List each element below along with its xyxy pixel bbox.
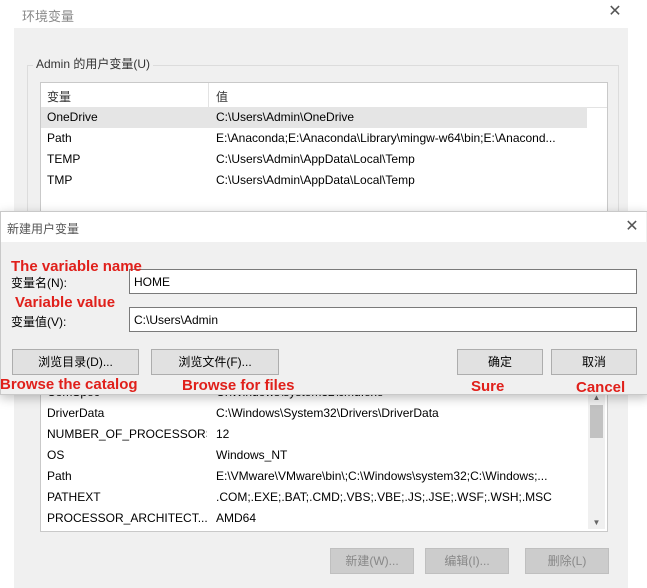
chevron-down-icon[interactable]: ▼ (588, 516, 605, 529)
row-name: TMP (47, 173, 73, 187)
annotation-browse-files: Browse for files (182, 377, 295, 394)
row-value: C:\Users\Admin\AppData\Local\Temp (216, 152, 415, 166)
row-value: C:\Users\Admin\OneDrive (216, 110, 355, 124)
annotation-browse-catalog: Browse the catalog (0, 376, 138, 393)
row-value: AMD64 (216, 511, 257, 525)
table-row[interactable]: DriverData C:\Windows\System32\Drivers\D… (41, 403, 587, 424)
system-variables-list[interactable]: ComSpec C:\Windows\system32\cmd.exe Driv… (40, 385, 608, 532)
row-name: OS (47, 448, 65, 462)
variable-name-label: 变量名(N): (11, 276, 67, 290)
edit-button[interactable]: 编辑(I)... (425, 548, 509, 574)
browse-directory-button[interactable]: 浏览目录(D)... (12, 349, 139, 375)
annotation-variable-value: Variable value (15, 294, 116, 311)
row-value: Windows_NT (216, 448, 288, 462)
user-variables-list[interactable]: 变量 值 OneDrive C:\Users\Admin\OneDrive Pa… (40, 82, 608, 219)
row-value: E:\Anaconda;E:\Anaconda\Library\mingw-w6… (216, 131, 556, 145)
table-row[interactable]: PROCESSOR_ARCHITECT... AMD64 (41, 508, 587, 529)
variable-value-label: 变量值(V): (11, 315, 67, 329)
ok-button[interactable]: 确定 (457, 349, 543, 375)
variable-value-input[interactable] (129, 307, 637, 332)
row-name: OneDrive (47, 110, 98, 124)
row-name: DriverData (47, 406, 105, 420)
table-row[interactable]: Path E:\VMware\VMware\bin\;C:\Windows\sy… (41, 466, 587, 487)
column-header-variable[interactable]: 变量 (47, 88, 71, 105)
row-name: TEMP (47, 152, 81, 166)
table-row[interactable]: TMP C:\Users\Admin\AppData\Local\Temp (41, 170, 587, 191)
table-row[interactable]: NUMBER_OF_PROCESSORS 12 (41, 424, 587, 445)
row-value: E:\VMware\VMware\bin\;C:\Windows\system3… (216, 469, 548, 483)
row-name: PATHEXT (47, 490, 101, 504)
scrollbar-thumb[interactable] (590, 405, 603, 438)
window-title: 环境变量 (22, 9, 75, 24)
cancel-button[interactable]: 取消 (551, 349, 637, 375)
annotation-cancel: Cancel (576, 379, 626, 396)
column-separator[interactable] (208, 83, 209, 107)
column-header-value[interactable]: 值 (216, 88, 228, 105)
user-variables-group-label: Admin 的用户变量(U) (33, 55, 154, 72)
dialog-titlebar (1, 212, 646, 242)
window-titlebar (0, 0, 647, 28)
annotation-variable-name: The variable name (11, 258, 142, 275)
delete-button[interactable]: 删除(L) (525, 548, 609, 574)
annotation-sure: Sure (471, 378, 505, 395)
variable-name-input[interactable] (129, 269, 637, 294)
row-value: C:\Windows\System32\Drivers\DriverData (216, 406, 439, 420)
close-icon[interactable]: ✕ (623, 218, 641, 236)
table-row[interactable]: PATHEXT .COM;.EXE;.BAT;.CMD;.VBS;.VBE;.J… (41, 487, 587, 508)
table-row[interactable]: OneDrive C:\Users\Admin\OneDrive (41, 107, 587, 128)
row-value: C:\Users\Admin\AppData\Local\Temp (216, 173, 415, 187)
close-icon[interactable]: ✕ (606, 3, 624, 21)
row-name: NUMBER_OF_PROCESSORS (47, 427, 207, 441)
row-value: .COM;.EXE;.BAT;.CMD;.VBS;.VBE;.JS;.JSE;.… (216, 490, 552, 504)
row-value: 12 (216, 427, 230, 441)
row-name: PROCESSOR_ARCHITECT... (47, 511, 207, 525)
browse-file-button[interactable]: 浏览文件(F)... (151, 349, 279, 375)
row-name: Path (47, 469, 72, 483)
table-row[interactable]: Path E:\Anaconda;E:\Anaconda\Library\min… (41, 128, 587, 149)
dialog-title: 新建用户变量 (7, 222, 80, 236)
new-button[interactable]: 新建(W)... (330, 548, 414, 574)
row-name: Path (47, 131, 72, 145)
table-row[interactable]: TEMP C:\Users\Admin\AppData\Local\Temp (41, 149, 587, 170)
table-row[interactable]: OS Windows_NT (41, 445, 587, 466)
list-header: 变量 值 (41, 83, 607, 108)
